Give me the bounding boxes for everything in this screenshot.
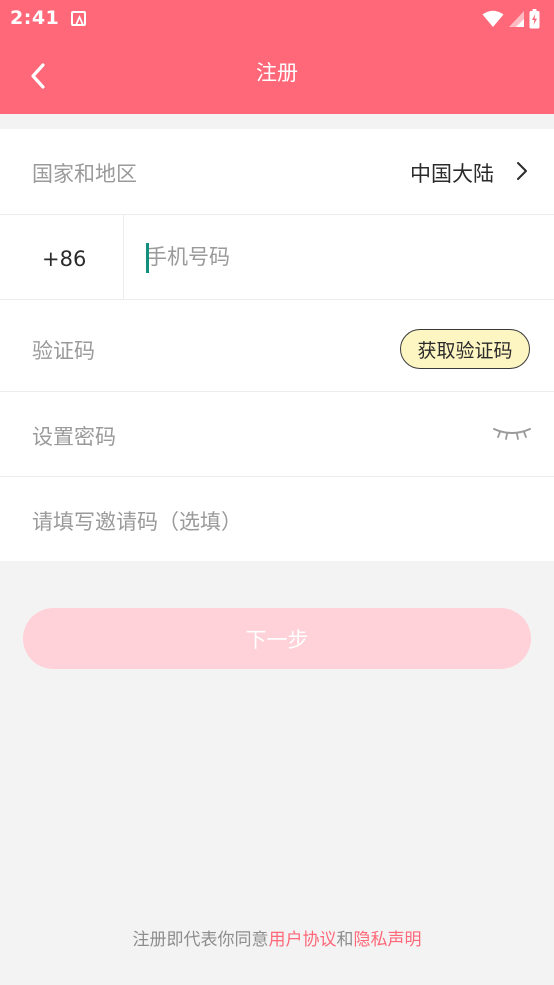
status-icons [482, 9, 540, 29]
register-form: 国家和地区 中国大陆 +86 验证码 获取验证码 设置密码 请填写邀请码（选填） [0, 129, 554, 561]
password-label: 设置密码 [32, 425, 116, 449]
code-row[interactable]: 验证码 获取验证码 [0, 300, 554, 392]
phone-input[interactable] [146, 237, 526, 277]
wifi-icon [482, 10, 504, 27]
page-title: 注册 [256, 61, 298, 85]
phone-row: +86 [0, 215, 554, 300]
back-button[interactable] [18, 56, 58, 96]
nav-bar: 注册 [0, 38, 554, 114]
region-label: 国家和地区 [32, 162, 137, 186]
agreement-prefix: 注册即代表你同意 [132, 930, 269, 950]
next-button[interactable]: 下一步 [23, 608, 531, 669]
register-screen: 2:41 注册 国家和地区 中国大陆 +86 手机号码 验证码 获取验证码 设置… [0, 0, 554, 985]
invite-row[interactable]: 请填写邀请码（选填） [0, 477, 554, 561]
invite-label: 请填写邀请码（选填） [32, 510, 242, 534]
battery-icon [529, 9, 540, 29]
status-time: 2:41 [10, 7, 60, 29]
get-code-button[interactable]: 获取验证码 [400, 329, 530, 369]
back-arrow-icon [31, 63, 45, 89]
region-value: 中国大陆 [410, 162, 494, 186]
phone-divider [123, 215, 124, 300]
signal-icon [509, 11, 524, 27]
status-bar: 2:41 [0, 0, 554, 38]
closed-eye-icon[interactable] [492, 425, 532, 441]
user-agreement-link[interactable]: 用户协议 [269, 930, 337, 950]
password-row[interactable]: 设置密码 [0, 392, 554, 477]
agreement-connector: 和 [336, 930, 354, 950]
code-label: 验证码 [32, 339, 95, 363]
privacy-policy-link[interactable]: 隐私声明 [354, 930, 422, 950]
chevron-right-icon [517, 162, 527, 180]
a-app-icon [71, 11, 86, 26]
header: 2:41 注册 [0, 0, 554, 114]
country-code[interactable]: +86 [42, 247, 86, 271]
footer-agreement: 注册即代表你同意用户协议和隐私声明 [0, 925, 554, 950]
text-caret [146, 243, 149, 273]
region-row[interactable]: 国家和地区 中国大陆 [0, 129, 554, 215]
